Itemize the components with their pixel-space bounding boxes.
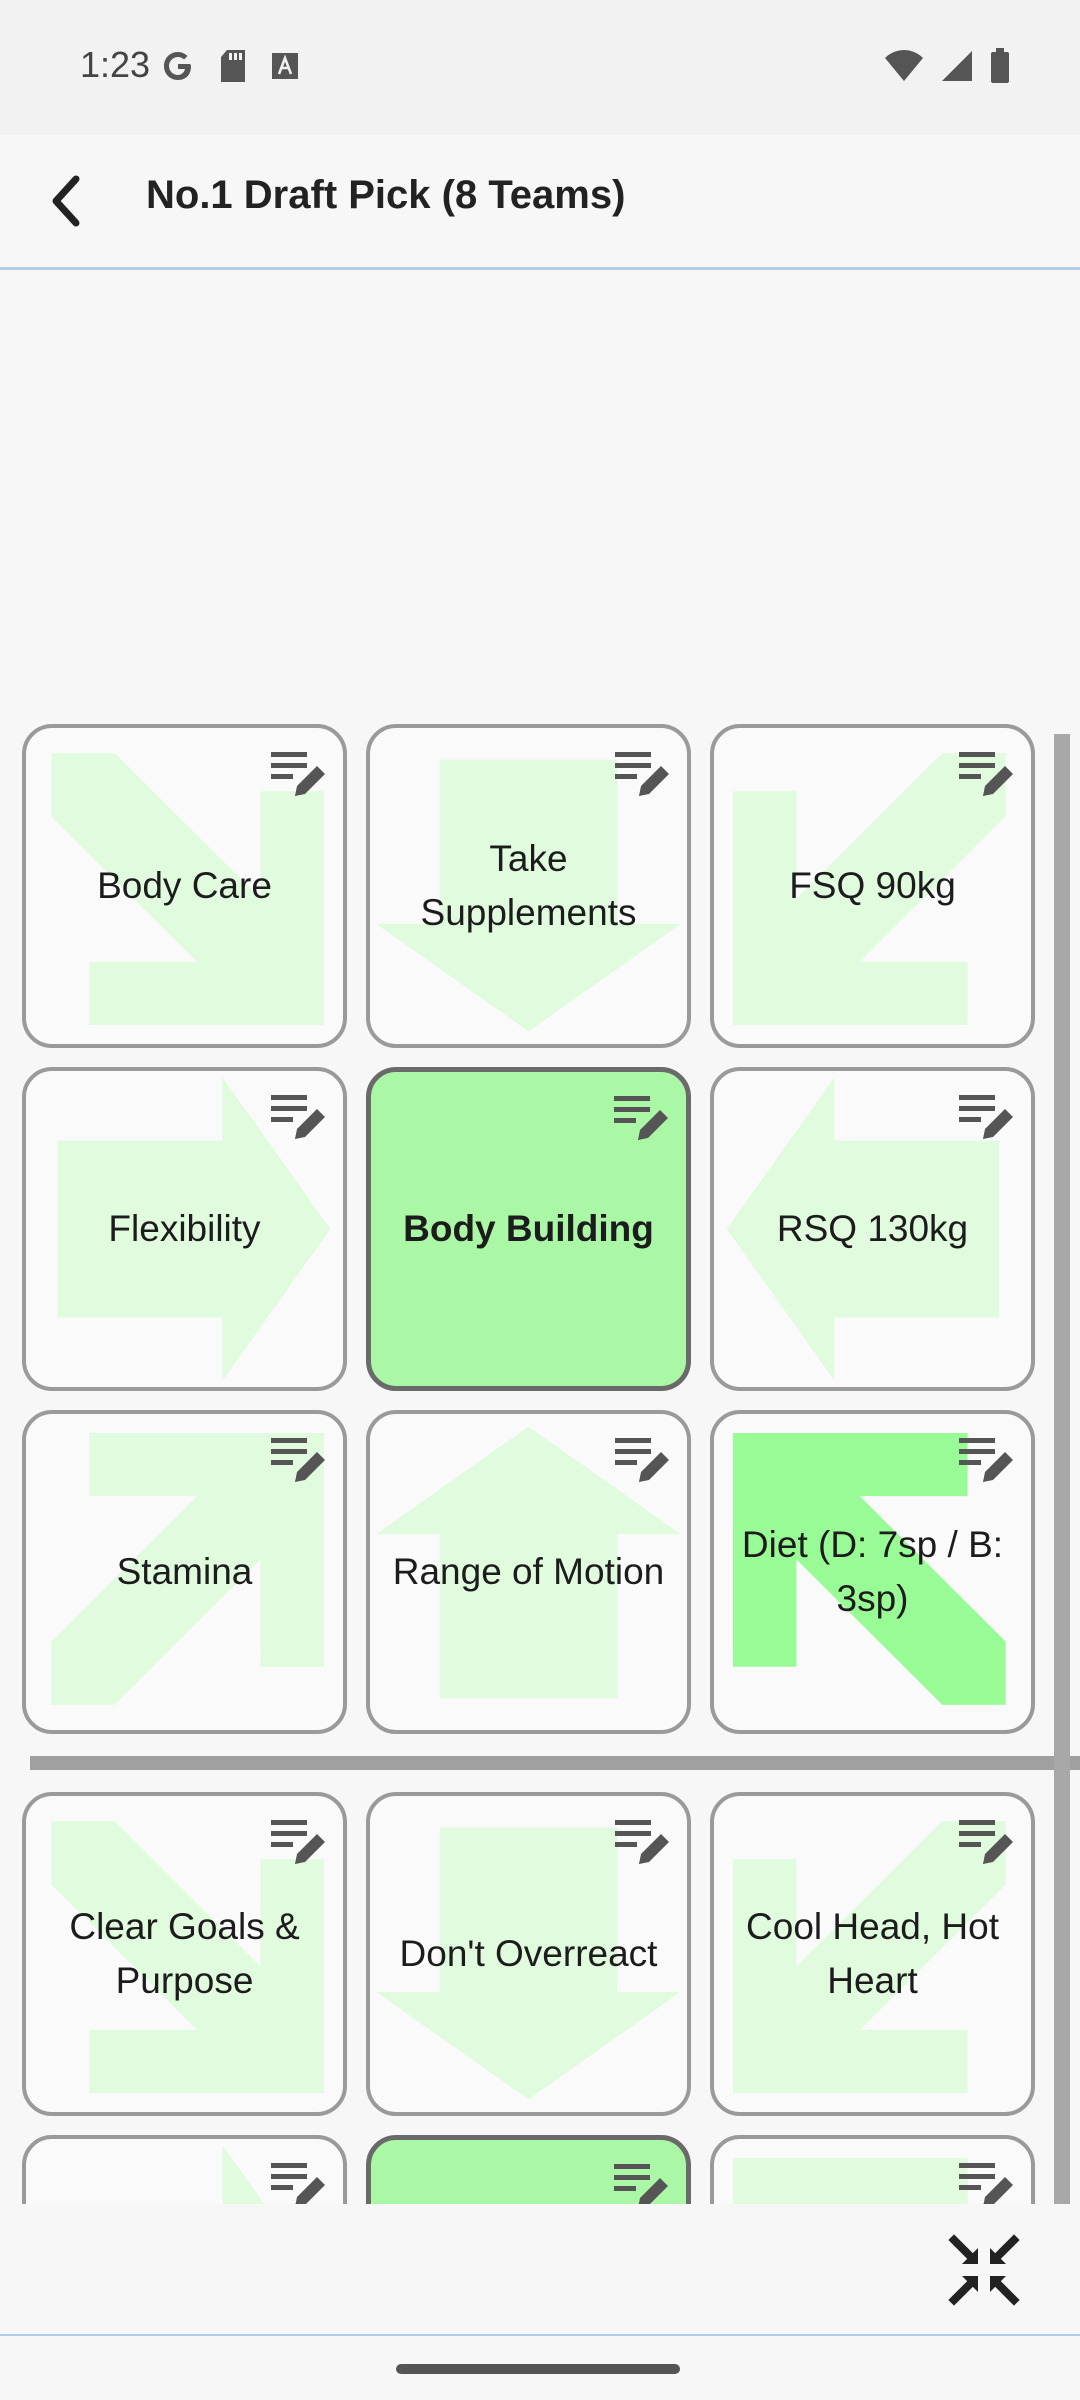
edit-note-icon[interactable] <box>957 748 1017 802</box>
sd-card-icon <box>221 50 245 82</box>
edit-note-icon[interactable] <box>613 1816 673 1870</box>
status-icons-right <box>884 48 1010 84</box>
edit-note-icon[interactable] <box>269 1816 329 1870</box>
edit-note-icon[interactable] <box>269 2159 329 2204</box>
collapse-icon[interactable] <box>946 2232 1022 2308</box>
grid-cell[interactable]: FSQ 90kg <box>710 724 1035 1048</box>
edit-note-icon[interactable] <box>613 748 673 802</box>
wifi-icon <box>885 50 923 81</box>
grid-bottom: Clear Goals & Purpose Don't Overreact Cool… <box>22 1792 1036 2204</box>
status-icons-left <box>160 48 300 84</box>
scrollbar[interactable] <box>1054 734 1070 2204</box>
navigation-bar <box>0 2336 1080 2400</box>
edit-note-icon[interactable] <box>269 1434 329 1488</box>
grid-cell[interactable]: Clear Goals & Purpose <box>22 1792 347 2116</box>
edit-note-icon[interactable] <box>612 2160 672 2204</box>
google-icon <box>164 52 191 80</box>
grid-cell[interactable] <box>710 2135 1035 2204</box>
page-title: No.1 Draft Pick (8 Teams) <box>146 173 626 217</box>
edit-note-icon[interactable] <box>269 748 329 802</box>
edit-note-icon[interactable] <box>613 1434 673 1488</box>
status-bar: 1:23 <box>0 0 1080 135</box>
edit-note-icon[interactable] <box>957 1434 1017 1488</box>
grid-cell[interactable]: RSQ 130kg <box>710 1067 1035 1391</box>
section-divider <box>30 1756 1080 1770</box>
grid-cell[interactable] <box>22 2135 347 2204</box>
edit-note-icon[interactable] <box>269 1091 329 1145</box>
edit-note-icon[interactable] <box>957 1816 1017 1870</box>
grid-cell[interactable] <box>366 2135 691 2204</box>
back-arrow-icon <box>52 175 80 227</box>
grid-cell[interactable]: Cool Head, Hot Heart <box>710 1792 1035 2116</box>
grid-cell[interactable]: Stamina <box>22 1410 347 1734</box>
grid-cell[interactable]: Take Supplements <box>366 724 691 1048</box>
grid-cell[interactable]: Diet (D: 7sp / B: 3sp) <box>710 1410 1035 1734</box>
font-icon <box>272 53 298 79</box>
grid-cell[interactable]: Body Building <box>366 1067 691 1391</box>
edit-note-icon[interactable] <box>612 1092 672 1146</box>
back-button[interactable] <box>30 165 102 237</box>
grid-top: Body Care Take Supplements FSQ 90kg Flexibi… <box>22 724 1036 1734</box>
grid-cell[interactable]: Body Care <box>22 724 347 1048</box>
grid-cell[interactable]: Flexibility <box>22 1067 347 1391</box>
signal-icon <box>942 51 972 81</box>
battery-icon <box>991 48 1009 83</box>
app-bar: No.1 Draft Pick (8 Teams) <box>0 135 1080 270</box>
mandala-content[interactable]: Body Care Take Supplements FSQ 90kg Flexibi… <box>0 270 1080 2204</box>
status-time: 1:23 <box>80 44 151 85</box>
home-indicator[interactable] <box>396 2364 680 2374</box>
grid-cell[interactable]: Range of Motion <box>366 1410 691 1734</box>
edit-note-icon[interactable] <box>957 1091 1017 1145</box>
grid-cell[interactable]: Don't Overreact <box>366 1792 691 2116</box>
edit-note-icon[interactable] <box>957 2159 1017 2204</box>
bottom-bar <box>0 2204 1080 2336</box>
